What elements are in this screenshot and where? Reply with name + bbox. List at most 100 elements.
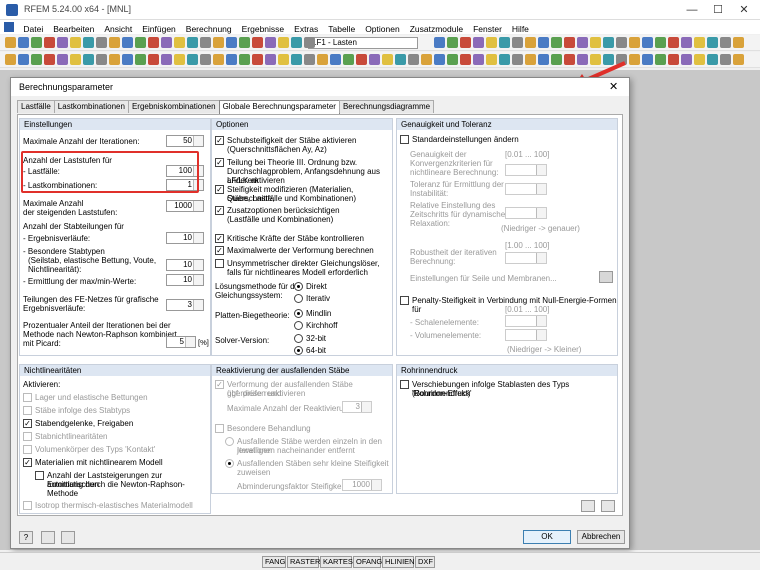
volumen-input[interactable]	[505, 329, 547, 341]
save-defaults-icon[interactable]	[61, 531, 75, 544]
tab-berechnungsdiagramme[interactable]: Berechnungsdiagramme	[338, 100, 435, 113]
tab-globale-parameter[interactable]: Globale Berechnungsparameter	[218, 100, 340, 115]
nl-kontakt-checkbox[interactable]	[23, 445, 32, 454]
status-raster[interactable]: RASTER	[287, 556, 320, 568]
toolbar-tool-icon[interactable]	[109, 37, 120, 48]
toolbar-tool-icon[interactable]	[330, 54, 341, 65]
menu-fenster[interactable]: Fenster	[468, 22, 507, 36]
toolbar-tool-icon[interactable]	[551, 37, 562, 48]
help-icon[interactable]: ?	[19, 531, 33, 544]
toolbar-tool-icon[interactable]	[447, 54, 458, 65]
toolbar-tool-icon[interactable]	[5, 37, 16, 48]
toolbar-tool-icon[interactable]	[486, 54, 497, 65]
bit32-radio[interactable]	[294, 334, 303, 343]
toolbar-tool-icon[interactable]	[226, 37, 237, 48]
toolbar-tool-icon[interactable]	[538, 54, 549, 65]
toolbar-tool-icon[interactable]	[499, 37, 510, 48]
reaktiv-max-input[interactable]: 3	[342, 401, 372, 413]
toolbar-tool-icon[interactable]	[512, 37, 523, 48]
nl-material-checkbox[interactable]: ✓	[23, 458, 32, 467]
status-kartes[interactable]: KARTES	[320, 556, 353, 568]
menu-zusatzmodule[interactable]: Zusatzmodule	[405, 22, 468, 36]
toolbar-tool-icon[interactable]	[161, 54, 172, 65]
toolbar-tool-icon[interactable]	[408, 54, 419, 65]
loadcase-select[interactable]: LF1 - Lasten	[308, 37, 418, 49]
toolbar-tool-icon[interactable]	[57, 37, 68, 48]
toolbar-tool-icon[interactable]	[356, 54, 367, 65]
toolbar-tool-icon[interactable]	[668, 54, 679, 65]
tab-ergebniskombinationen[interactable]: Ergebniskombinationen	[127, 100, 220, 113]
toolbar-tool-icon[interactable]	[434, 54, 445, 65]
toolbar-tool-icon[interactable]	[304, 54, 315, 65]
toolbar-tool-icon[interactable]	[161, 37, 172, 48]
toolbar-tool-icon[interactable]	[733, 37, 744, 48]
toolbar-tool-icon[interactable]	[44, 37, 55, 48]
toolbar-tool-icon[interactable]	[733, 54, 744, 65]
toolbar-tool-icon[interactable]	[668, 37, 679, 48]
toolbar-tool-icon[interactable]	[96, 54, 107, 65]
g1-input[interactable]	[505, 164, 547, 176]
toolbar-tool-icon[interactable]	[720, 54, 731, 65]
opt-maxverf-checkbox[interactable]: ✓	[215, 246, 224, 255]
toolbar-tool-icon[interactable]	[44, 54, 55, 65]
toolbar-tool-icon[interactable]	[564, 37, 575, 48]
menu-extras[interactable]: Extras	[289, 22, 323, 36]
toolbar-tool-icon[interactable]	[239, 37, 250, 48]
tab-lastfaelle[interactable]: Lastfälle	[17, 100, 55, 113]
penalty-checkbox[interactable]	[400, 296, 409, 305]
rohr-checkbox[interactable]	[400, 380, 409, 389]
besonders-input[interactable]: 10	[166, 259, 204, 271]
toolbar-tool-icon[interactable]	[265, 37, 276, 48]
direkt-radio[interactable]	[294, 282, 303, 291]
toolbar-tool-icon[interactable]	[577, 37, 588, 48]
toolbar-tool-icon[interactable]	[460, 54, 471, 65]
load-icon[interactable]	[41, 531, 55, 544]
toolbar-tool-icon[interactable]	[369, 54, 380, 65]
toolbar-tool-icon[interactable]	[304, 37, 315, 48]
toolbar-tool-icon[interactable]	[226, 54, 237, 65]
toolbar-tool-icon[interactable]	[486, 37, 497, 48]
toolbar-tool-icon[interactable]	[655, 37, 666, 48]
toolbar-tool-icon[interactable]	[239, 54, 250, 65]
toolbar-tool-icon[interactable]	[642, 37, 653, 48]
toolbar-tool-icon[interactable]	[473, 54, 484, 65]
menu-berechnung[interactable]: Berechnung	[181, 22, 237, 36]
toolbar-tool-icon[interactable]	[200, 37, 211, 48]
toolbar-tool-icon[interactable]	[135, 54, 146, 65]
opt-kritisch-checkbox[interactable]: ✓	[215, 234, 224, 243]
nl-gelenke-checkbox[interactable]: ✓	[23, 419, 32, 428]
toolbar-tool-icon[interactable]	[148, 37, 159, 48]
schale-input[interactable]	[505, 315, 547, 327]
iterativ-radio[interactable]	[294, 294, 303, 303]
toolbar-tool-icon[interactable]	[252, 54, 263, 65]
toolbar-tool-icon[interactable]	[694, 37, 705, 48]
toolbar-tool-icon[interactable]	[265, 54, 276, 65]
menu-optionen[interactable]: Optionen	[360, 22, 405, 36]
toolbar-tool-icon[interactable]	[551, 54, 562, 65]
toolbar-tool-icon[interactable]	[252, 37, 263, 48]
mindlin-radio[interactable]	[294, 309, 303, 318]
menu-bearbeiten[interactable]: Bearbeiten	[48, 22, 99, 36]
close-window-button[interactable]: ✕	[730, 2, 758, 18]
status-ofang[interactable]: OFANG	[353, 556, 382, 568]
opt-teilung-checkbox[interactable]: ✓	[215, 158, 224, 167]
toolbar-tool-icon[interactable]	[629, 37, 640, 48]
toolbar-tool-icon[interactable]	[512, 54, 523, 65]
import-icon[interactable]	[581, 500, 595, 512]
kirchhoff-radio[interactable]	[294, 321, 303, 330]
toolbar-tool-icon[interactable]	[187, 54, 198, 65]
toolbar-tool-icon[interactable]	[460, 37, 471, 48]
toolbar-tool-icon[interactable]	[629, 54, 640, 65]
menu-ansicht[interactable]: Ansicht	[99, 22, 137, 36]
export-icon[interactable]	[601, 500, 615, 512]
cancel-button[interactable]: Abbrechen	[577, 530, 625, 544]
toolbar-tool-icon[interactable]	[213, 54, 224, 65]
besondere-checkbox[interactable]	[215, 424, 224, 433]
toolbar-tool-icon[interactable]	[109, 54, 120, 65]
status-fang[interactable]: FANG	[262, 556, 286, 568]
toolbar-tool-icon[interactable]	[57, 54, 68, 65]
tab-lastkombinationen[interactable]: Lastkombinationen	[53, 100, 129, 113]
nl-stabnl-checkbox[interactable]	[23, 432, 32, 441]
minimize-button[interactable]: —	[678, 2, 706, 18]
toolbar-tool-icon[interactable]	[447, 37, 458, 48]
